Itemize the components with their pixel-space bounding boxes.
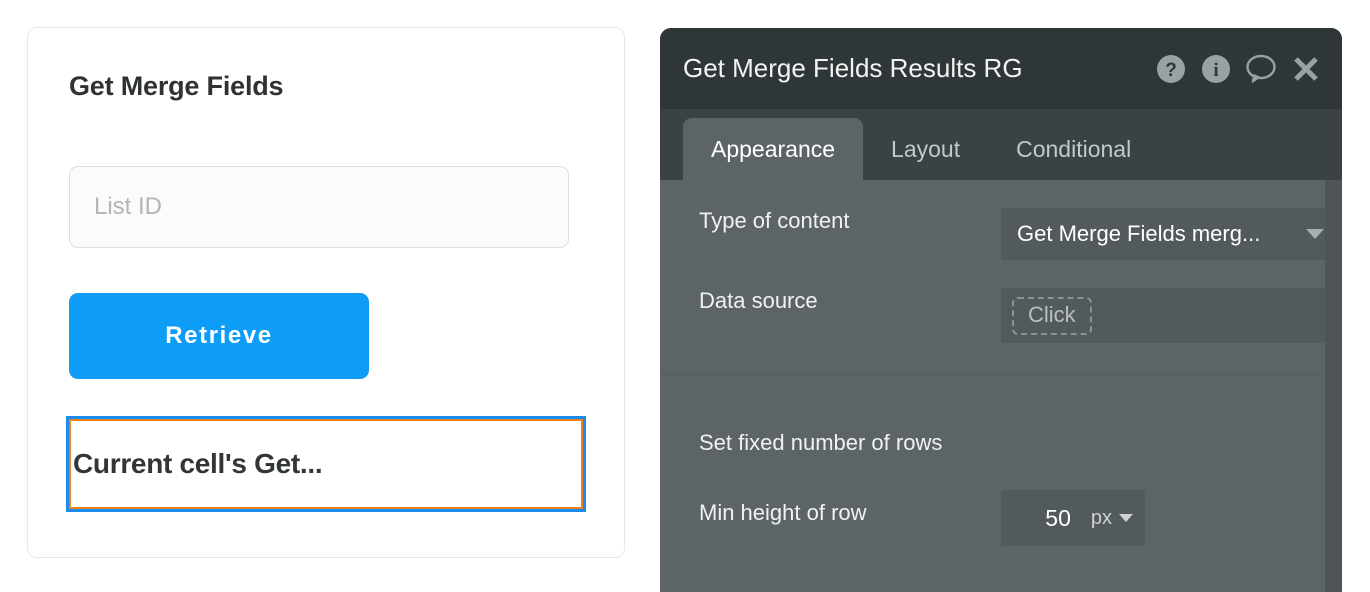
section-divider xyxy=(660,374,1325,375)
panel-tabs: Appearance Layout Conditional xyxy=(660,109,1342,180)
panel-title: Get Merge Fields Results RG xyxy=(683,53,1023,83)
type-of-content-label: Type of content xyxy=(699,208,850,233)
property-row-min-height: Min height of row 50 px xyxy=(699,490,1145,546)
list-id-input[interactable] xyxy=(69,166,569,248)
type-of-content-value: Get Merge Fields merg... xyxy=(1017,221,1261,246)
min-height-label: Min height of row xyxy=(699,500,867,525)
svg-text:?: ? xyxy=(1165,60,1177,81)
panel-header: Get Merge Fields Results RG ? i xyxy=(660,28,1342,109)
app-preview-card: Get Merge Fields Retrieve Current cell's… xyxy=(27,27,625,558)
tab-layout[interactable]: Layout xyxy=(863,118,988,180)
panel-scrollbar[interactable] xyxy=(1325,180,1342,592)
element-property-editor: Get Merge Fields Results RG ? i Appearan… xyxy=(660,28,1342,592)
property-row-type-of-content: Type of content Get Merge Fields merg... xyxy=(699,208,1338,260)
selected-element-inner-outline: Current cell's Get... xyxy=(69,419,583,509)
min-height-value[interactable]: 50 xyxy=(1045,505,1071,532)
data-source-label: Data source xyxy=(699,288,818,313)
chevron-down-icon[interactable] xyxy=(1119,514,1133,522)
panel-header-icons: ? i xyxy=(1155,53,1322,85)
property-row-data-source: Data source Click xyxy=(699,288,1338,343)
data-source-field[interactable]: Click xyxy=(1001,288,1338,343)
panel-body: Type of content Get Merge Fields merg...… xyxy=(660,180,1342,592)
page-title: Get Merge Fields xyxy=(69,71,284,101)
comment-icon[interactable] xyxy=(1245,53,1277,85)
data-source-click-chip[interactable]: Click xyxy=(1012,296,1092,335)
close-icon[interactable] xyxy=(1290,53,1322,85)
tab-appearance[interactable]: Appearance xyxy=(683,118,864,180)
tab-conditional[interactable]: Conditional xyxy=(988,118,1159,180)
type-of-content-dropdown[interactable]: Get Merge Fields merg... xyxy=(1001,208,1338,260)
min-height-unit[interactable]: px xyxy=(1091,507,1112,530)
info-icon[interactable]: i xyxy=(1200,53,1232,85)
selected-element-outline[interactable]: Current cell's Get... xyxy=(66,416,586,512)
chevron-down-icon xyxy=(1306,229,1324,239)
cell-preview-text: Current cell's Get... xyxy=(73,448,323,479)
retrieve-button[interactable]: Retrieve xyxy=(69,293,369,379)
svg-text:i: i xyxy=(1213,60,1218,81)
set-fixed-rows-label: Set fixed number of rows xyxy=(699,430,943,455)
help-icon[interactable]: ? xyxy=(1155,53,1187,85)
min-height-field[interactable]: 50 px xyxy=(1001,490,1145,546)
property-row-set-fixed-rows: Set fixed number of rows xyxy=(699,430,942,456)
